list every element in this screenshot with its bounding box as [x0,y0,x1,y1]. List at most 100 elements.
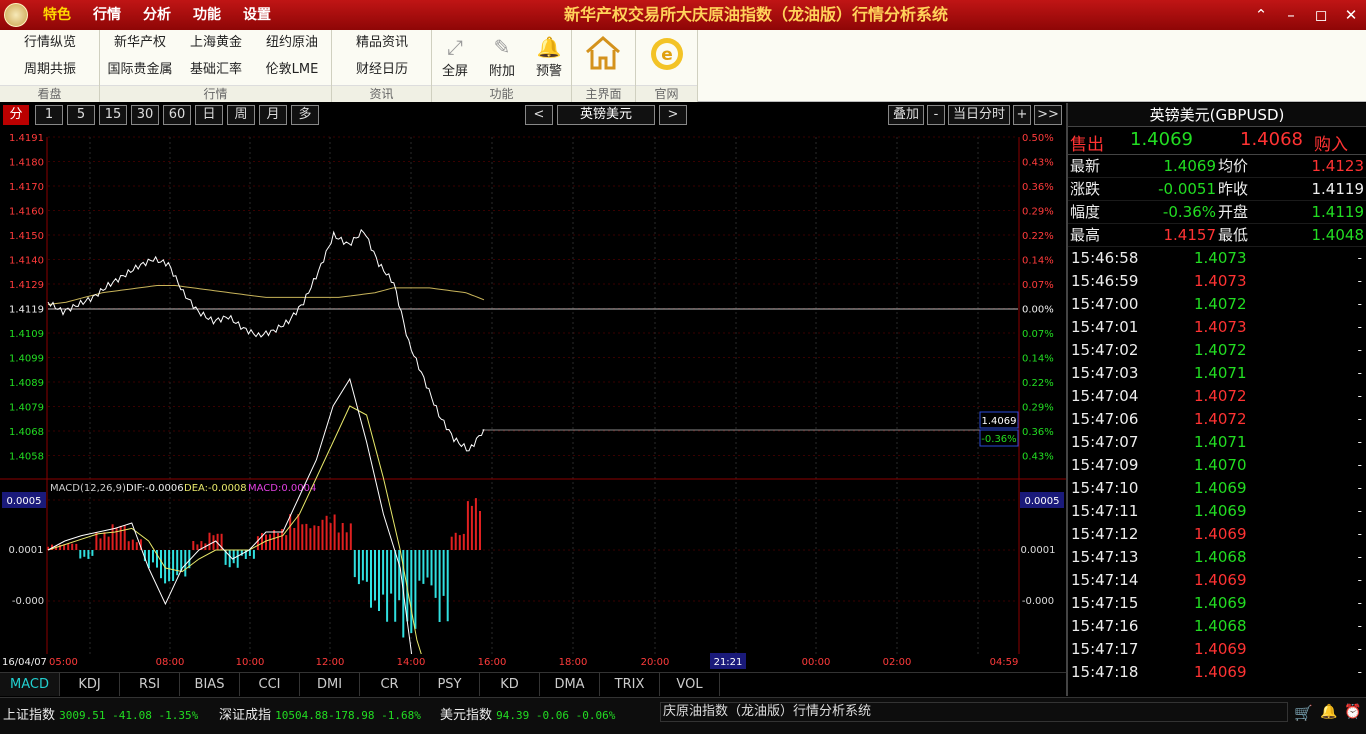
period-5[interactable]: 5 [67,105,95,125]
period-60[interactable]: 60 [163,105,191,125]
zoom-out-button[interactable]: - [927,105,945,125]
period-15[interactable]: 15 [99,105,127,125]
home-button[interactable] [580,30,626,84]
tick-direction: - [1357,596,1362,610]
period-tick[interactable]: 分 [3,105,29,125]
sell-price[interactable]: 1.4069 [1130,129,1193,150]
menu-featured[interactable]: 特色 [32,0,82,30]
zoom-in-button[interactable]: + [1013,105,1031,125]
tab-dmi[interactable]: DMI [300,673,360,696]
time-tick-label: 16:00 [478,657,507,668]
tick-price: 1.4068 [1194,617,1247,635]
tab-vol[interactable]: VOL [660,673,720,696]
percent-tick-label: 0.29% [1022,403,1054,414]
base-fx-button[interactable]: 基础汇率 [178,57,254,83]
news-ticker: 庆原油指数（龙油版）行情分析系统 [660,702,1288,722]
precious-metals-button[interactable]: 国际贵金属 [102,57,178,83]
fullscreen-button[interactable]: ⤢ 全屏 [432,30,478,84]
menu-analysis[interactable]: 分析 [132,0,182,30]
attach-button[interactable]: ✎ 附加 [479,30,525,84]
tick-direction: - [1357,412,1362,426]
tab-psy[interactable]: PSY [420,673,480,696]
tab-bias[interactable]: BIAS [180,673,240,696]
tick-time: 15:46:59 [1071,272,1139,290]
stat-value: -0.36% [1162,203,1216,221]
tab-kdj[interactable]: KDJ [60,673,120,696]
percent-tick-label: 0.36% [1022,182,1054,193]
symbol-selector[interactable]: 英镑美元 [557,105,655,125]
index-quote[interactable]: 上证指数 3009.51 -41.08 -1.35% [3,704,198,723]
stat-row: 最高 1.4157 最低 1.4048 [1068,224,1366,247]
tab-cci[interactable]: CCI [240,673,300,696]
tick-time: 15:47:16 [1071,617,1139,635]
tab-rsi[interactable]: RSI [120,673,180,696]
tick-row: 15:47:07 1.4071 - [1068,431,1366,454]
collapse-icon[interactable]: ⌃ [1246,0,1276,30]
bell-icon[interactable]: 🔔 [1320,704,1337,720]
tick-price: 1.4072 [1194,295,1247,313]
time-tick-label: 02:00 [883,657,912,668]
fullscreen-icon: ⤢ [447,35,463,59]
price-line [47,228,485,452]
period-month[interactable]: 月 [259,105,287,125]
menu-quotes[interactable]: 行情 [82,0,132,30]
period-30[interactable]: 30 [131,105,159,125]
time-tick-label: 20:00 [641,657,670,668]
tick-direction: - [1357,320,1362,334]
percent-tick-label: 0.14% [1022,256,1054,267]
tab-kd[interactable]: KD [480,673,540,696]
premium-news-button[interactable]: 精品资讯 [336,30,428,56]
tick-price: 1.4073 [1194,318,1247,336]
tab-cr[interactable]: CR [360,673,420,696]
shanghai-gold-button[interactable]: 上海黄金 [178,30,254,56]
tab-trix[interactable]: TRIX [600,673,660,696]
london-lme-button[interactable]: 伦敦LME [254,57,330,83]
intraday-chart[interactable]: 1.4191 1.4180 1.4170 1.4160 1.4150 1.4140 1.41… [0,127,1066,654]
prev-symbol-button[interactable]: < [525,105,553,125]
maximize-icon[interactable]: ◻ [1306,0,1336,30]
index-quote[interactable]: 深证成指 10504.88-178.98 -1.68% [219,704,421,723]
overlay-button[interactable]: 叠加 [888,105,924,125]
tick-time: 15:47:14 [1071,571,1139,589]
tab-macd[interactable]: MACD [0,673,60,696]
menu-settings[interactable]: 设置 [232,0,282,30]
alarm-icon[interactable]: ⏰ [1344,704,1361,720]
period-1[interactable]: 1 [35,105,63,125]
nymex-crude-button[interactable]: 纽约原油 [254,30,330,56]
next-symbol-button[interactable]: > [659,105,687,125]
tick-direction: - [1357,481,1362,495]
tick-price: 1.4071 [1194,364,1247,382]
chart-grid [48,136,1018,654]
ribbon-group-functions: ⤢ 全屏 ✎ 附加 🔔 预警 功能 [432,30,572,102]
tab-dma[interactable]: DMA [540,673,600,696]
stat-label: 均价 [1218,157,1249,175]
period-multi[interactable]: 多 [291,105,319,125]
website-button[interactable]: e [644,30,690,84]
intraday-button[interactable]: 当日分时 [948,105,1010,125]
econ-calendar-button[interactable]: 财经日历 [336,57,428,83]
close-icon[interactable]: ✕ [1336,0,1366,30]
tick-time: 15:47:09 [1071,456,1139,474]
tick-price: 1.4069 [1194,594,1247,612]
time-tick-label: 00:00 [802,657,831,668]
tick-time: 15:46:58 [1071,249,1139,267]
macd-dea-label: DEA:-0.0008 [184,483,247,494]
expand-button[interactable]: >> [1034,105,1062,125]
tick-time: 15:47:07 [1071,433,1139,451]
time-tick-label: 10:00 [236,657,265,668]
xinhua-button[interactable]: 新华产权 [102,30,178,56]
period-day[interactable]: 日 [195,105,223,125]
cycle-resonance-button[interactable]: 周期共振 [4,57,96,83]
price-tick-label: 1.4109 [9,329,44,340]
date-label: 16/04/07 [2,657,47,668]
period-week[interactable]: 周 [227,105,255,125]
alert-button[interactable]: 🔔 预警 [526,30,572,84]
index-values: 3009.51 -41.08 -1.35% [59,709,199,722]
index-quote[interactable]: 美元指数 94.39 -0.06 -0.06% [440,704,615,723]
buy-price[interactable]: 1.4068 [1240,129,1303,150]
cart-icon[interactable]: 🛒 [1294,704,1313,722]
menu-functions[interactable]: 功能 [182,0,232,30]
overview-button[interactable]: 行情纵览 [4,30,96,56]
minimize-icon[interactable]: – [1276,0,1306,30]
price-tick-label: 1.4150 [9,231,44,242]
